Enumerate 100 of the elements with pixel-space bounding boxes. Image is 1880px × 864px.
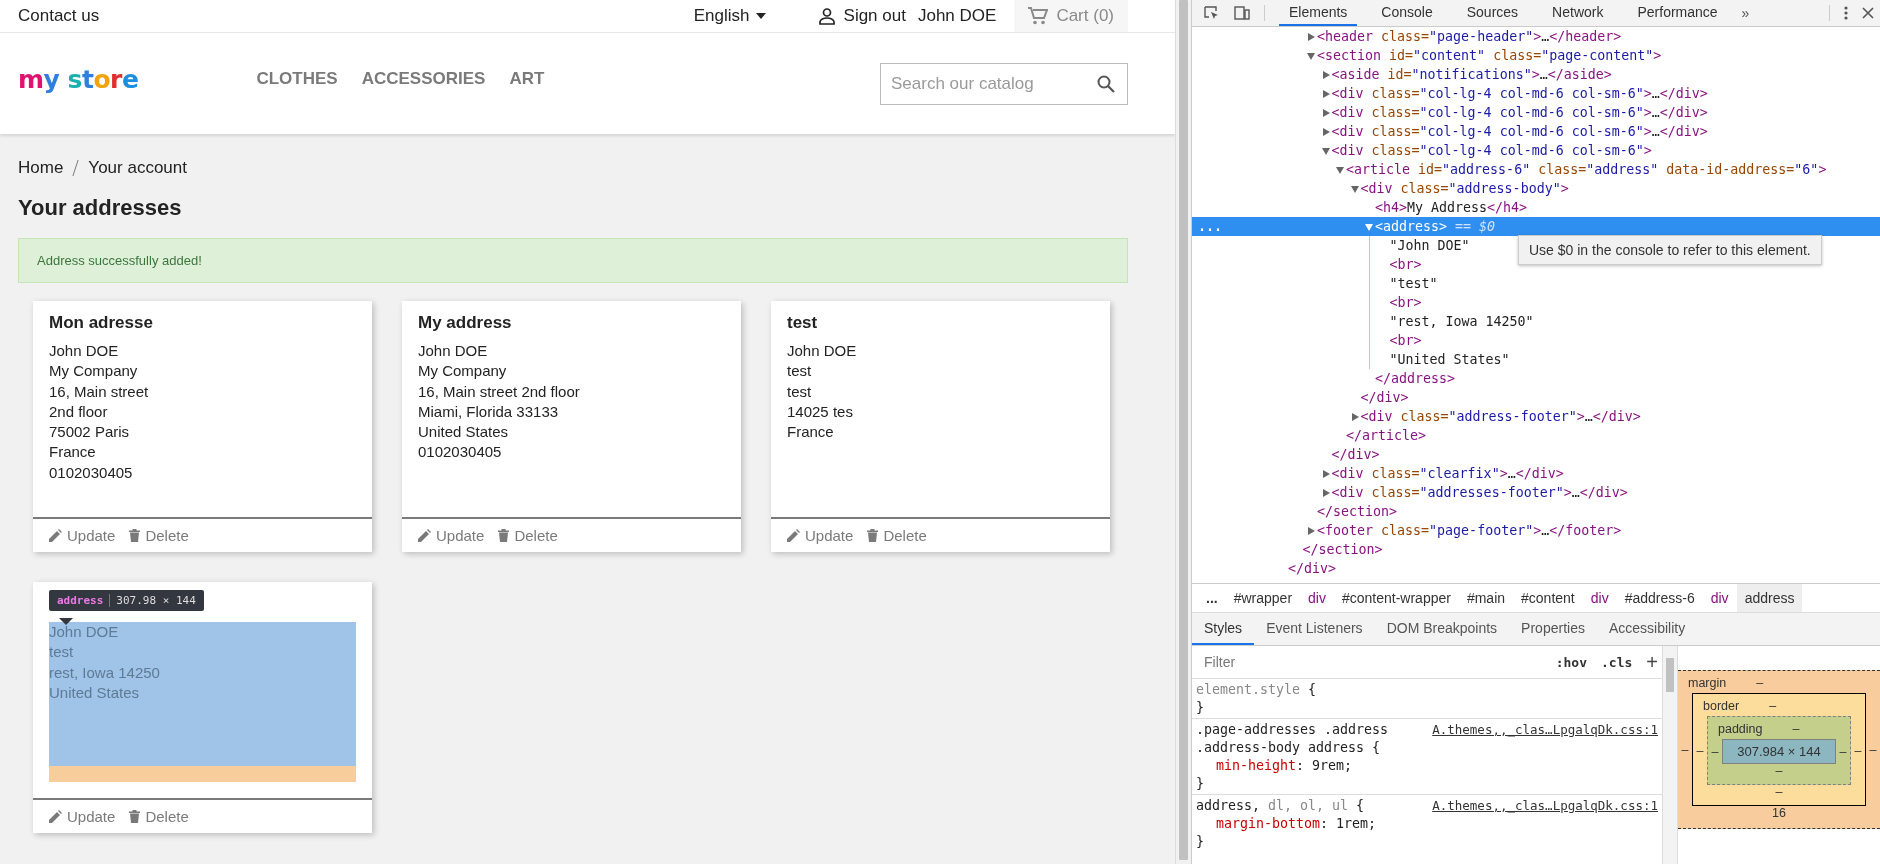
search-icon[interactable]	[1097, 75, 1115, 93]
new-rule-button[interactable]: +	[1646, 650, 1658, 674]
kebab-menu-icon[interactable]	[1844, 6, 1848, 20]
delete-link[interactable]: Delete	[129, 527, 189, 544]
menu-link[interactable]: ACCESSORIES	[361, 69, 486, 89]
address-line: My Company	[49, 361, 139, 382]
dom-node-line[interactable]: <br>	[1389, 331, 1422, 350]
dom-node-line[interactable]: "United States"	[1389, 350, 1510, 369]
update-link[interactable]: Update	[787, 527, 854, 544]
delete-link[interactable]: Delete	[129, 808, 189, 825]
margin-box: margin – – border – – padding – – 307.984 × 144 – – – – – 16	[1678, 670, 1880, 829]
dom-node-line[interactable]: </div>	[1288, 559, 1337, 578]
dom-breadcrumb[interactable]: #address-6	[1616, 584, 1703, 612]
update-link[interactable]: Update	[49, 808, 116, 825]
dom-node-line[interactable]: <div class="col-lg-4 col-md-6 col-sm-6">…</div>	[1331, 103, 1708, 122]
dom-breadcrumb[interactable]: div	[1300, 584, 1334, 612]
language-dropdown[interactable]: English	[693, 0, 766, 32]
breadcrumb-link[interactable]: Your account	[88, 158, 187, 178]
devtools-tab[interactable]: Network	[1542, 0, 1614, 26]
address-line: John DOE	[49, 622, 120, 642]
breadcrumb-link[interactable]: Home	[18, 158, 64, 178]
page-title: Your addresses	[18, 195, 183, 221]
address-line: Miami, Florida 33133	[418, 401, 560, 422]
contact-link[interactable]: Contact us	[18, 6, 100, 26]
dom-node-line[interactable]: <br>	[1389, 293, 1422, 312]
dom-node-line[interactable]: "test"	[1389, 274, 1438, 293]
sidebar-tab[interactable]: DOM Breakpoints	[1374, 613, 1510, 645]
dom-node-line[interactable]: <div class="col-lg-4 col-md-6 col-sm-6">	[1331, 141, 1652, 160]
delete-link[interactable]: Delete	[498, 527, 558, 544]
menu-link[interactable]: CLOTHES	[256, 69, 338, 89]
search-field[interactable]: Search our catalog	[880, 63, 1128, 105]
cart-icon	[1028, 7, 1049, 25]
dom-node-line[interactable]: <article id="address-6" class="address" data-id-address="6">	[1346, 160, 1827, 179]
dom-node-line[interactable]: <div class="addresses-footer">…</div>	[1331, 483, 1628, 502]
css-declaration[interactable]: min-height: 9rem;	[1196, 757, 1658, 775]
dom-node-line[interactable]: </div>	[1360, 388, 1409, 407]
dom-node-line[interactable]: </address>	[1375, 369, 1456, 388]
dom-breadcrumb[interactable]: address	[1736, 584, 1803, 612]
stylesheet-link[interactable]: A.themes,,_clas…LpgalqDk.css:1	[1432, 797, 1658, 815]
cls-toggle[interactable]: .cls	[1601, 654, 1633, 670]
address-line: test	[49, 642, 75, 663]
address-line: My Company	[418, 361, 508, 382]
dom-node-line[interactable]: "rest, Iowa 14250"	[1389, 312, 1534, 331]
address-line: France	[49, 442, 97, 463]
more-tabs[interactable]: »	[1741, 5, 1750, 21]
dom-node-line[interactable]: <section id="content" class="page-content">	[1317, 46, 1662, 65]
inspect-icon[interactable]	[1204, 6, 1220, 20]
dom-node-line[interactable]: "John DOE"	[1389, 236, 1470, 255]
dom-breadcrumb[interactable]: #main	[1458, 584, 1514, 612]
store-logo[interactable]: my store	[18, 65, 139, 94]
update-link[interactable]: Update	[49, 527, 116, 544]
expand-arrow-icon[interactable]	[1321, 145, 1332, 156]
dom-node-line[interactable]: <header class="page-header">…</header>	[1317, 27, 1622, 46]
menu-link[interactable]: ART	[509, 69, 545, 89]
dom-node-line[interactable]: <div class="col-lg-4 col-md-6 col-sm-6">…</div>	[1331, 84, 1708, 103]
dom-breadcrumb[interactable]: #wrapper	[1225, 584, 1301, 612]
dom-node-line[interactable]: </article>	[1346, 426, 1427, 445]
dom-breadcrumb[interactable]: ...	[1198, 584, 1226, 612]
device-icon[interactable]	[1234, 6, 1250, 20]
dom-node-line[interactable]: <footer class="page-footer">…</footer>	[1317, 521, 1622, 540]
hov-toggle[interactable]: :hov	[1555, 654, 1587, 670]
address-line: John DOE	[49, 341, 120, 361]
sign-out-link[interactable]: Sign out	[817, 0, 906, 32]
expand-arrow-icon[interactable]	[1350, 183, 1361, 194]
dom-node-line[interactable]: </section>	[1317, 502, 1398, 521]
update-link[interactable]: Update	[418, 527, 485, 544]
dom-node-line[interactable]: </section>	[1302, 540, 1383, 559]
dom-breadcrumb[interactable]: #content	[1513, 584, 1583, 612]
dom-node-line[interactable]: <div class="clearfix">…</div>	[1331, 464, 1564, 483]
dom-breadcrumb[interactable]: div	[1582, 584, 1617, 612]
expand-arrow-icon[interactable]	[1336, 164, 1346, 175]
devtools-tab[interactable]: Elements	[1279, 0, 1358, 26]
hover-tooltip: Use $0 in the console to refer to this element.	[1518, 235, 1822, 265]
sidebar-tab[interactable]: Accessibility	[1596, 613, 1698, 645]
dom-breadcrumb[interactable]: div	[1702, 584, 1737, 612]
expand-arrow-icon[interactable]	[1307, 50, 1317, 61]
dom-node-line[interactable]: <h4>My Address</h4>	[1375, 198, 1528, 217]
devtools-tab[interactable]: Sources	[1456, 0, 1529, 26]
address-line: John DOE	[418, 341, 489, 361]
expand-arrow-icon[interactable]	[1365, 221, 1375, 232]
styles-scrollbar[interactable]	[1662, 646, 1677, 864]
dom-node-line[interactable]: <br>	[1389, 255, 1422, 274]
caret-icon	[755, 13, 766, 19]
stylesheet-link[interactable]: A.themes,,_clas…LpgalqDk.css:1	[1432, 721, 1658, 757]
address-line: 14025 tes	[787, 401, 854, 422]
page-scrollbar[interactable]	[1175, 0, 1191, 864]
dom-node-line[interactable]: <div class="address-body">	[1360, 179, 1569, 198]
dom-node-line[interactable]: </div>	[1331, 445, 1380, 464]
padding-box: padding – – 307.984 × 144 – –	[1707, 716, 1851, 785]
delete-link[interactable]: Delete	[867, 527, 927, 544]
devtools-tab[interactable]: Performance	[1627, 0, 1728, 26]
dom-node-line[interactable]: <aside id="notifications">…</aside>	[1331, 65, 1612, 84]
devtools-tab[interactable]: Console	[1371, 0, 1443, 26]
dom-node-line[interactable]: <div class="address-footer">…</div>	[1360, 407, 1641, 426]
close-icon[interactable]	[1862, 7, 1874, 19]
sidebar-tab[interactable]: Properties	[1509, 613, 1597, 645]
dom-node-line[interactable]: <div class="col-lg-4 col-md-6 col-sm-6">…</div>	[1331, 122, 1708, 141]
sidebar-tab[interactable]: Event Listeners	[1254, 613, 1375, 645]
css-declaration[interactable]: margin-bottom: 1rem;	[1196, 815, 1658, 833]
dom-breadcrumb[interactable]: #content-wrapper	[1333, 584, 1459, 612]
